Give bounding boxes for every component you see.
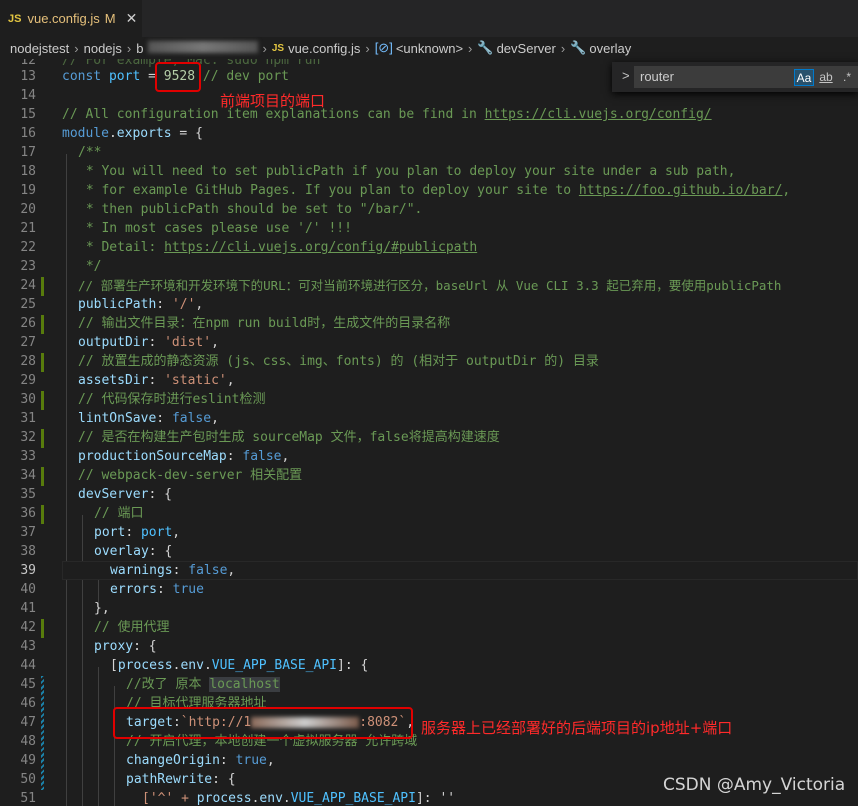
regex-toggle[interactable]: .* — [838, 69, 856, 86]
breadcrumb-item-devserver[interactable]: devServer — [497, 41, 556, 56]
code-line-active: 39 warnings: false, — [20, 563, 236, 578]
code-line: 42// 使用代理 — [20, 620, 170, 635]
code-line: 23 */ — [20, 259, 102, 274]
watermark: CSDN @Amy_Victoria — [663, 775, 846, 795]
code-line: 27 outputDir: 'dist', — [20, 335, 219, 350]
code-line: 45//改了 原本 localhost — [20, 677, 280, 692]
code-line: 21 * In most cases please use '/' !!! — [20, 221, 352, 236]
tab-label: vue.config.js — [27, 11, 100, 26]
match-case-toggle[interactable]: Aa — [794, 69, 814, 86]
code-editor[interactable]: 12// For example, Mac: sudo npm run 13 co… — [0, 59, 858, 806]
annotation-backend-address: 服务器上已经部署好的后端项目的ip地址+端口 — [421, 719, 733, 737]
code-line: 31 lintOnSave: false, — [20, 411, 219, 426]
chevron-right-icon: › — [74, 40, 79, 56]
code-line: 29 assetsDir: 'static', — [20, 373, 235, 388]
code-line: 25 publicPath: '/', — [20, 297, 204, 312]
chevron-right-icon: › — [262, 40, 267, 56]
code-line: 17/** — [20, 145, 102, 160]
toggle-replace-icon[interactable]: > — [622, 68, 630, 83]
chevron-right-icon: › — [365, 40, 370, 56]
publicpath-link[interactable]: https://cli.vuejs.org/config/#publicpath — [164, 240, 477, 255]
annotation-frontend-port: 前端项目的端口 — [220, 92, 326, 110]
code-line: 37 port: port, — [20, 525, 181, 540]
code-line: 44 [process.env.VUE_APP_BASE_API]: { — [20, 658, 369, 673]
js-file-icon: JS — [8, 12, 22, 25]
breadcrumb-item-blurred[interactable]: b — [136, 40, 258, 56]
wrench-icon: 🔧 — [477, 40, 494, 55]
search-match: localhost — [209, 677, 280, 692]
js-file-icon: JS — [271, 42, 285, 54]
code-line: 28// 放置生成的静态资源 (js、css、img、fonts) 的 (相对于… — [20, 354, 599, 369]
breadcrumb-item-nodejstest[interactable]: nodejstest — [10, 41, 69, 56]
tab-bar: JS vue.config.js M ✕ — [0, 0, 858, 37]
code-line: 22 * Detail: https://cli.vuejs.org/confi… — [20, 240, 478, 255]
code-line: 34// webpack-dev-server 相关配置 — [20, 468, 303, 483]
highlight-box-port — [155, 62, 201, 92]
breadcrumb-item-nodejs[interactable]: nodejs — [84, 41, 122, 56]
breadcrumb: nodejstest › nodejs › b › JS vue.config.… — [0, 37, 858, 59]
code-line: 18 * You will need to set publicPath if … — [20, 164, 736, 179]
code-line: 35 devServer: { — [20, 487, 172, 502]
chevron-right-icon: › — [560, 40, 566, 56]
code-line: 24// 部署生产环境和开发环境下的URL：可对当前环境进行区分，baseUrl… — [20, 278, 782, 293]
code-line: 16 module.exports = { — [20, 126, 203, 141]
code-line: 26// 输出文件目录：在npm run build时，生成文件的目录名称 — [20, 316, 451, 331]
highlight-box-target — [113, 707, 413, 739]
code-line: 43 proxy: { — [20, 639, 157, 654]
breadcrumb-item-unknown[interactable]: <unknown> — [396, 41, 463, 56]
code-line: 38 overlay: { — [20, 544, 173, 559]
find-widget: > router Aa ab .* — [612, 62, 858, 92]
code-line: 20 * then publicPath should be set to "/… — [20, 202, 423, 217]
docs-link[interactable]: https://cli.vuejs.org/config/ — [485, 107, 712, 122]
code-line: 33 productionSourceMap: false, — [20, 449, 290, 464]
code-line: 30// 代码保存时进行eslint检测 — [20, 392, 266, 407]
code-line: 49 changeOrigin: true, — [20, 753, 275, 768]
code-line: 32// 是否在构建生产包时生成 sourceMap 文件，false将提高构建… — [20, 430, 500, 445]
match-whole-word-toggle[interactable]: ab — [816, 69, 836, 86]
modified-indicator: M — [104, 11, 116, 26]
code-line: 36// 端口 — [20, 506, 144, 521]
breadcrumb-item-overlay[interactable]: overlay — [589, 41, 631, 56]
breadcrumb-item-file[interactable]: vue.config.js — [288, 41, 360, 56]
chevron-right-icon: › — [468, 40, 473, 56]
wrench-icon: 🔧 — [570, 40, 587, 55]
chevron-right-icon: › — [126, 40, 132, 56]
code-line: 41}, — [20, 601, 110, 616]
code-line: 19 * for example GitHub Pages. If you pl… — [20, 183, 791, 198]
object-icon: [⊘] — [374, 40, 393, 55]
code-line: 40 errors: true — [20, 582, 204, 597]
close-icon[interactable]: ✕ — [126, 10, 138, 27]
example-link[interactable]: https://foo.github.io/bar/ — [579, 183, 783, 198]
code-line: 15// All configuration item explanations… — [20, 107, 712, 122]
tab-vue-config[interactable]: JS vue.config.js M ✕ — [0, 0, 142, 37]
